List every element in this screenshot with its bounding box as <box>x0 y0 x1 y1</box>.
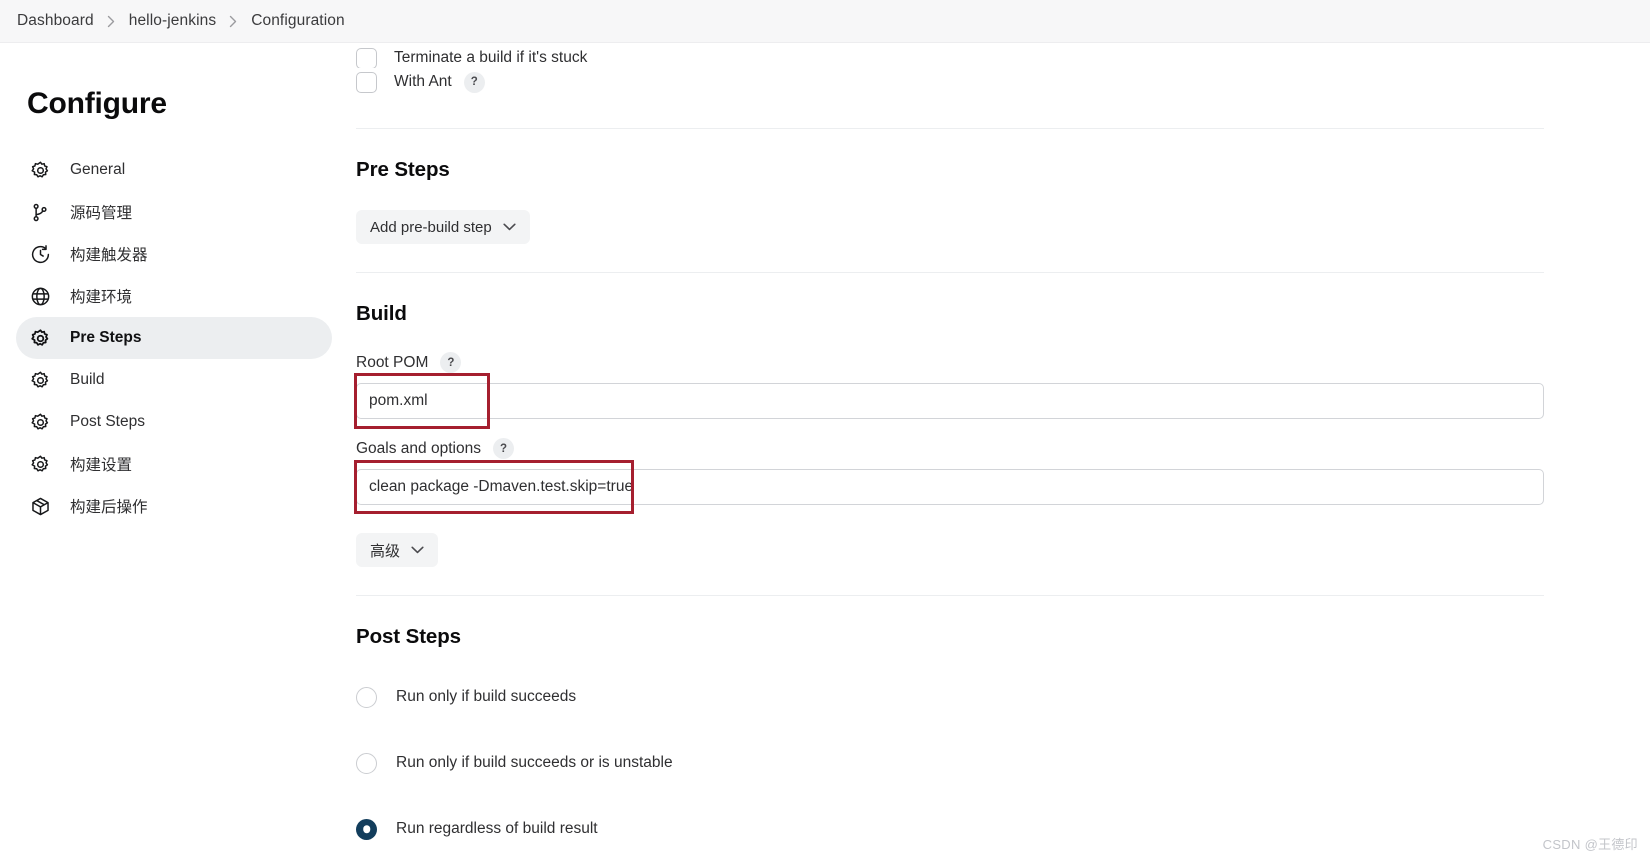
sidebar-item-pre-steps[interactable]: Pre Steps <box>16 317 332 359</box>
sidebar-item-label: Build <box>70 371 105 388</box>
radio-label: Run only if build succeeds <box>396 688 577 705</box>
breadcrumb-item-dashboard[interactable]: Dashboard <box>17 12 94 30</box>
with-ant-label: With Ant <box>394 73 452 90</box>
clock-icon <box>28 242 52 266</box>
page-body: Configure General 源码管理 构建触发器 构建环境 Pre St… <box>0 43 1650 856</box>
breadcrumb: Dashboard hello-jenkins Configuration <box>0 0 1650 43</box>
sidebar-item-label: 构建设置 <box>70 457 133 474</box>
goals-label-row: Goals and options ? <box>356 438 1544 459</box>
sidebar-item-build-triggers[interactable]: 构建触发器 <box>16 233 332 275</box>
gear-icon <box>28 452 52 476</box>
gear-icon <box>28 410 52 434</box>
root-pom-input[interactable] <box>356 383 1544 419</box>
watermark: CSDN @王德印 <box>1542 837 1638 852</box>
post-steps-heading: Post Steps <box>356 625 461 648</box>
sidebar-item-label: 构建后操作 <box>70 499 148 516</box>
package-icon <box>28 494 52 518</box>
divider <box>356 128 1544 129</box>
advanced-button[interactable]: 高级 <box>356 533 439 567</box>
sidebar: Configure General 源码管理 构建触发器 构建环境 Pre St… <box>0 43 348 856</box>
with-ant-row[interactable]: With Ant ? <box>356 62 1544 102</box>
sidebar-item-general[interactable]: General <box>16 149 332 191</box>
with-ant-checkbox[interactable] <box>356 71 377 93</box>
chevron-right-icon <box>229 15 238 28</box>
sidebar-item-build-environment[interactable]: 构建环境 <box>16 275 332 317</box>
gear-icon <box>28 158 52 182</box>
sidebar-item-label: General <box>70 161 126 178</box>
sidebar-nav: General 源码管理 构建触发器 构建环境 Pre Steps Build … <box>0 149 348 527</box>
divider <box>356 272 1544 273</box>
post-step-option-succeeds[interactable]: Run only if build succeeds <box>356 680 1544 714</box>
sidebar-item-label: 构建环境 <box>70 289 133 306</box>
gear-icon <box>28 368 52 392</box>
globe-icon <box>28 284 52 308</box>
branch-icon <box>28 200 52 224</box>
pre-steps-heading: Pre Steps <box>356 158 450 181</box>
root-pom-label-row: Root POM ? <box>356 352 1544 373</box>
root-pom-label: Root POM <box>356 353 429 371</box>
sidebar-item-label: Post Steps <box>70 413 145 430</box>
config-form: Terminate a build if it's stuck With Ant… <box>354 48 1544 846</box>
post-step-option-succeeds-or-unstable[interactable]: Run only if build succeeds or is unstabl… <box>356 746 1544 780</box>
chevron-down-icon <box>411 546 424 554</box>
terminate-stuck-build-label: Terminate a build if it's stuck <box>394 49 588 66</box>
help-icon[interactable]: ? <box>463 71 485 93</box>
terminate-stuck-build-row[interactable]: Terminate a build if it's stuck <box>356 48 956 68</box>
radio-label: Run regardless of build result <box>396 820 598 837</box>
sidebar-item-label: 源码管理 <box>70 205 133 222</box>
radio-run-if-succeeds-or-unstable[interactable] <box>356 752 377 774</box>
help-icon[interactable]: ? <box>492 438 514 459</box>
radio-run-regardless[interactable] <box>356 818 377 840</box>
add-pre-build-step-button[interactable]: Add pre-build step <box>356 210 530 244</box>
sidebar-item-source-management[interactable]: 源码管理 <box>16 191 332 233</box>
gear-icon <box>28 326 52 350</box>
post-step-option-regardless[interactable]: Run regardless of build result <box>356 812 1544 846</box>
sidebar-item-post-build-actions[interactable]: 构建后操作 <box>16 485 332 527</box>
sidebar-item-build-settings[interactable]: 构建设置 <box>16 443 332 485</box>
page-title: Configure <box>27 87 167 120</box>
add-pre-build-step-label: Add pre-build step <box>370 218 492 236</box>
terminate-stuck-build-checkbox[interactable] <box>356 48 377 68</box>
sidebar-item-build[interactable]: Build <box>16 359 332 401</box>
sidebar-item-label: 构建触发器 <box>70 247 148 264</box>
root-pom-field-wrap <box>354 373 1544 429</box>
main-content: Terminate a build if it's stuck With Ant… <box>348 43 1650 856</box>
divider <box>356 595 1544 596</box>
goals-label: Goals and options <box>356 439 481 457</box>
advanced-button-label: 高级 <box>370 542 401 560</box>
help-icon[interactable]: ? <box>440 352 462 373</box>
chevron-down-icon <box>503 223 516 231</box>
chevron-right-icon <box>107 15 116 28</box>
goals-and-options-input[interactable] <box>356 469 1544 505</box>
radio-label: Run only if build succeeds or is unstabl… <box>396 754 673 771</box>
goals-field-wrap <box>354 460 1544 514</box>
sidebar-item-label: Pre Steps <box>70 329 142 346</box>
build-heading: Build <box>356 302 407 325</box>
radio-run-if-succeeds[interactable] <box>356 686 377 708</box>
breadcrumb-item-hello-jenkins[interactable]: hello-jenkins <box>129 12 216 30</box>
breadcrumb-item-configuration[interactable]: Configuration <box>251 12 345 30</box>
sidebar-item-post-steps[interactable]: Post Steps <box>16 401 332 443</box>
